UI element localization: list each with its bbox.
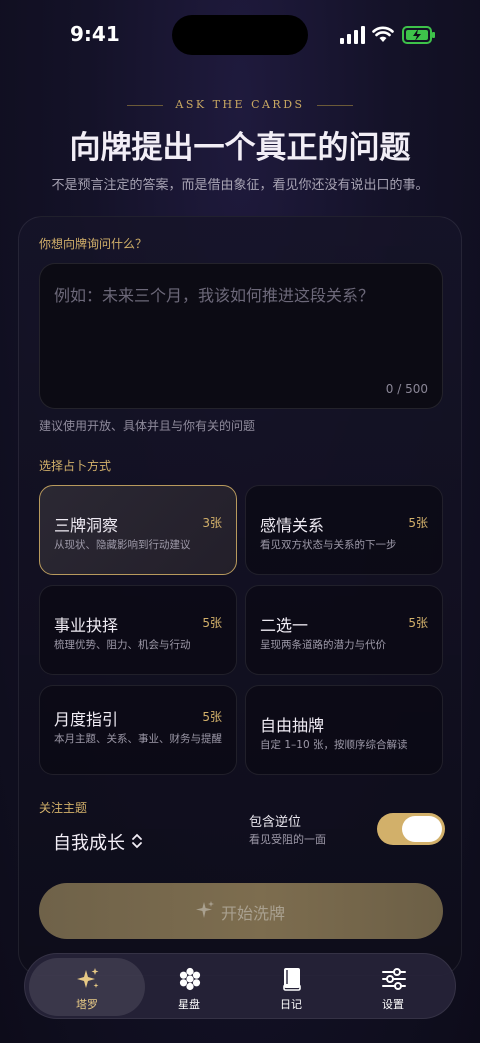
- tab-astrology[interactable]: 星盘: [131, 958, 247, 1016]
- reversed-subtitle: 看见受阻的一面: [249, 833, 326, 846]
- spread-desc: 本月主题、关系、事业、财务与提醒: [54, 733, 222, 745]
- question-card: 你想向牌询问什么？ 例如：未来三个月，我该如何推进这段关系？ 0 / 500 建…: [18, 216, 462, 976]
- dynamic-island: [172, 15, 308, 55]
- start-button-label: 开始洗牌: [221, 904, 286, 923]
- status-time: 9:41: [70, 22, 120, 46]
- method-label: 选择占卜方式: [39, 459, 112, 473]
- spread-name: 自由抽牌: [260, 716, 325, 735]
- spread-count: 5张: [408, 616, 428, 630]
- question-label: 你想向牌询问什么？: [39, 237, 148, 251]
- spread-name: 事业抉择: [54, 616, 119, 635]
- spread-count: 3张: [202, 516, 222, 530]
- divider-line: [127, 104, 164, 106]
- sparkle-icon: [196, 901, 214, 918]
- start-shuffle-button[interactable]: 开始洗牌: [39, 883, 443, 939]
- spread-desc: 自定 1–10 张，按顺序综合解读: [260, 739, 408, 751]
- page-title: 向牌提出一个真正的问题: [69, 130, 411, 166]
- divider-line: [316, 104, 353, 106]
- spread-desc: 看见双方状态与关系的下一步: [260, 539, 397, 551]
- tab-label: 塔罗: [76, 998, 98, 1011]
- tab-label: 星盘: [178, 998, 200, 1011]
- question-hint: 建议使用开放、具体并且与你有关的问题: [39, 419, 256, 433]
- spread-card-career[interactable]: 事业抉择 5张 梳理优势、阻力、机会与行动: [39, 585, 237, 675]
- eyebrow-text: ASK THE CARDS: [175, 98, 305, 111]
- sliders-icon: [382, 968, 406, 990]
- spread-card-three-card[interactable]: 三牌洞察 3张 从现状、隐藏影响到行动建议: [39, 485, 237, 575]
- spread-name: 月度指引: [54, 710, 119, 729]
- focus-label: 关注主题: [39, 801, 88, 815]
- spread-count: 5张: [202, 616, 222, 630]
- tab-settings[interactable]: 设置: [335, 958, 451, 1016]
- tab-tarot[interactable]: 塔罗: [29, 958, 145, 1016]
- spread-count: 5张: [202, 710, 222, 724]
- focus-select[interactable]: 自我成长: [53, 829, 125, 855]
- reversed-title: 包含逆位: [249, 815, 302, 830]
- page-subtitle: 不是预言注定的答案，而是借由象征，看见你还没有说出口的事。: [51, 178, 429, 193]
- spread-desc: 从现状、隐藏影响到行动建议: [54, 539, 191, 551]
- book-icon: [283, 968, 301, 991]
- reversed-toggle[interactable]: [377, 813, 445, 845]
- spread-desc: 呈现两条道路的潜力与代价: [260, 639, 386, 651]
- tab-label: 日记: [280, 998, 302, 1011]
- flower-icon: [179, 967, 201, 991]
- wifi-icon: [372, 26, 394, 42]
- spread-name: 二选一: [260, 616, 309, 635]
- question-placeholder: 例如：未来三个月，我该如何推进这段关系？: [54, 286, 375, 305]
- question-input[interactable]: 例如：未来三个月，我该如何推进这段关系？ 0 / 500: [39, 263, 443, 409]
- spread-card-relationship[interactable]: 感情关系 5张 看见双方状态与关系的下一步: [245, 485, 443, 575]
- spread-name: 三牌洞察: [54, 516, 119, 535]
- toggle-knob: [402, 816, 442, 842]
- status-bar: 9:41: [0, 0, 480, 70]
- chevron-updown-icon[interactable]: [131, 833, 143, 849]
- tab-journal[interactable]: 日记: [233, 958, 349, 1016]
- tab-label: 设置: [382, 998, 404, 1011]
- spread-count: 5张: [408, 516, 428, 530]
- spread-card-monthly[interactable]: 月度指引 5张 本月主题、关系、事业、财务与提醒: [39, 685, 237, 775]
- spread-desc: 梳理优势、阻力、机会与行动: [54, 639, 191, 651]
- char-counter: 0 / 500: [385, 382, 428, 396]
- spread-card-choice[interactable]: 二选一 5张 呈现两条道路的潜力与代价: [245, 585, 443, 675]
- tab-bar: 塔罗 星盘 日记 设置: [24, 953, 456, 1019]
- cellular-signal-icon: [340, 26, 365, 44]
- sparkles-icon: [77, 968, 99, 988]
- spread-card-free-draw[interactable]: 自由抽牌 自定 1–10 张，按顺序综合解读: [245, 685, 443, 775]
- eyebrow: ASK THE CARDS: [0, 98, 480, 111]
- battery-charging-icon: [402, 26, 435, 44]
- spread-name: 感情关系: [260, 516, 325, 535]
